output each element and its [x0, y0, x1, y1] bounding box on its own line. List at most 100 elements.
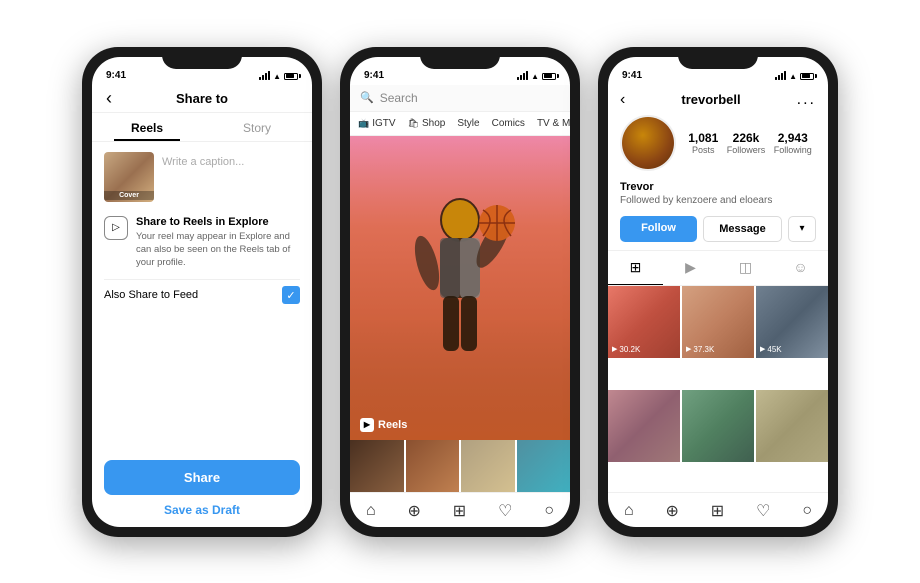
person-svg	[405, 188, 515, 388]
following-count: 2,943	[774, 131, 812, 145]
play-icon-2: ▶	[686, 345, 691, 353]
notch-2	[420, 47, 500, 69]
grid-item-4[interactable]	[517, 440, 571, 492]
play-icon-1: ▶	[612, 345, 617, 353]
p1-header: ‹ Share to	[92, 85, 312, 113]
status-icons-2: ▲	[517, 72, 556, 81]
nav-heart-2[interactable]: ♡	[498, 501, 512, 521]
content-tabs: ⊞ ▶ ◫ ☺	[608, 250, 828, 286]
battery-icon	[284, 73, 298, 80]
status-time-3: 9:41	[622, 70, 642, 81]
cat-comics-label: Comics	[492, 118, 525, 129]
phone-2: 9:41 ▲ 🔍 Search 📺 IGTV 🛍 Shop	[340, 47, 580, 537]
nav-profile-3[interactable]: ○	[802, 502, 812, 520]
search-bar[interactable]: 🔍 Search	[350, 85, 570, 112]
tab-tagged[interactable]: ☺	[773, 251, 828, 285]
p3-bio: Trevor Followed by kenzoere and eloears	[608, 181, 828, 210]
status-time-1: 9:41	[106, 70, 126, 81]
grid-cell-4[interactable]	[608, 390, 680, 462]
p3-header: ‹ trevorbell ...	[608, 85, 828, 115]
status-icons-3: ▲	[775, 72, 814, 81]
notch-3	[678, 47, 758, 69]
grid-cell-3[interactable]: ▶ 45K	[756, 286, 828, 358]
share-explore-desc: Your reel may appear in Explore and can …	[136, 230, 300, 270]
nav-search-2[interactable]: ⊕	[408, 501, 421, 521]
grid-item-2[interactable]	[406, 440, 460, 492]
status-icons-1: ▲	[259, 72, 298, 81]
battery-icon-2	[542, 73, 556, 80]
cat-igtv[interactable]: 📺 IGTV	[358, 118, 396, 129]
main-video[interactable]: ▶ Reels	[350, 136, 570, 440]
play-icon-3: ▶	[760, 345, 765, 353]
also-feed-row: Also Share to Feed ✓	[104, 279, 300, 310]
cat-style[interactable]: Style	[457, 118, 479, 129]
stat-following: 2,943 Following	[774, 131, 812, 155]
profile-stats: 1,081 Posts 226k Followers 2,943 Followi…	[684, 131, 816, 155]
tab-grid[interactable]: ⊞	[608, 251, 663, 285]
screen-1: 9:41 ▲ ‹ Share to Reels Story Cove	[92, 57, 312, 527]
nav-add-2[interactable]: ⊞	[453, 501, 466, 521]
nav-heart-3[interactable]: ♡	[756, 501, 770, 521]
posts-count: 1,081	[688, 131, 718, 145]
phone-1: 9:41 ▲ ‹ Share to Reels Story Cove	[82, 47, 322, 537]
tab-reels-profile[interactable]: ▶	[663, 251, 718, 285]
posts-label: Posts	[688, 145, 718, 155]
p1-cover-thumb: Cover	[104, 152, 154, 202]
dropdown-button[interactable]: ▾	[788, 216, 816, 242]
follow-button[interactable]: Follow	[620, 216, 697, 242]
grid-item-3[interactable]	[461, 440, 515, 492]
search-input[interactable]: Search	[380, 91, 418, 105]
message-button[interactable]: Message	[703, 216, 782, 242]
p1-post-row: Cover Write a caption...	[104, 152, 300, 202]
phone-3: 9:41 ▲ ‹ trevorbell ... 1,081 Pos	[598, 47, 838, 537]
play-count-3: ▶ 45K	[760, 345, 782, 354]
explore-grid	[350, 440, 570, 492]
tab-reels[interactable]: Reels	[92, 113, 202, 141]
cat-comics[interactable]: Comics	[492, 118, 525, 129]
p3-profile-row: 1,081 Posts 226k Followers 2,943 Followi…	[608, 115, 828, 181]
spacer	[92, 311, 312, 460]
cat-shop[interactable]: 🛍 Shop	[408, 118, 446, 129]
nav-profile-2[interactable]: ○	[544, 502, 554, 520]
count-1: 30.2K	[619, 345, 640, 354]
cat-tv-label: TV & Movie	[537, 118, 570, 129]
nav-add-3[interactable]: ⊞	[711, 501, 724, 521]
wifi-icon: ▲	[273, 72, 281, 81]
screen-3: 9:41 ▲ ‹ trevorbell ... 1,081 Pos	[608, 57, 828, 527]
back-button-1[interactable]: ‹	[106, 88, 112, 109]
grid-item-1[interactable]	[350, 440, 404, 492]
count-3: 45K	[767, 345, 781, 354]
more-options-button[interactable]: ...	[797, 91, 816, 109]
save-draft-button[interactable]: Save as Draft	[92, 503, 312, 517]
grid-cell-1[interactable]: ▶ 30.2K	[608, 286, 680, 358]
also-feed-checkbox[interactable]: ✓	[282, 286, 300, 304]
bottom-nav-3: ⌂ ⊕ ⊞ ♡ ○	[608, 492, 828, 527]
play-count-2: ▶ 37.3K	[686, 345, 714, 354]
nav-search-3[interactable]: ⊕	[666, 501, 679, 521]
caption-input[interactable]: Write a caption...	[162, 152, 300, 202]
tab-story[interactable]: Story	[202, 113, 312, 141]
nav-home-3[interactable]: ⌂	[624, 502, 634, 520]
nav-home-2[interactable]: ⌂	[366, 502, 376, 520]
video-content	[350, 136, 570, 440]
status-time-2: 9:41	[364, 70, 384, 81]
share-explore-text: Share to Reels in Explore Your reel may …	[136, 216, 300, 270]
grid-cell-5[interactable]	[682, 390, 754, 462]
wifi-icon-2: ▲	[531, 72, 539, 81]
tab-igtv[interactable]: ◫	[718, 251, 773, 285]
cat-shop-label: Shop	[422, 118, 445, 129]
reels-text: Reels	[378, 419, 407, 431]
igtv-icon: 📺	[358, 118, 369, 129]
grid-cell-2[interactable]: ▶ 37.3K	[682, 286, 754, 358]
avatar	[620, 115, 676, 171]
cat-tv[interactable]: TV & Movie	[537, 118, 570, 129]
cat-style-label: Style	[457, 118, 479, 129]
signal-icon	[259, 72, 270, 80]
following-label: Following	[774, 145, 812, 155]
followers-label: Followers	[727, 145, 766, 155]
bottom-nav-2: ⌂ ⊕ ⊞ ♡ ○	[350, 492, 570, 527]
share-button[interactable]: Share	[104, 460, 300, 495]
back-button-3[interactable]: ‹	[620, 91, 625, 109]
grid-cell-6[interactable]	[756, 390, 828, 462]
screen-2: 9:41 ▲ 🔍 Search 📺 IGTV 🛍 Shop	[350, 57, 570, 527]
